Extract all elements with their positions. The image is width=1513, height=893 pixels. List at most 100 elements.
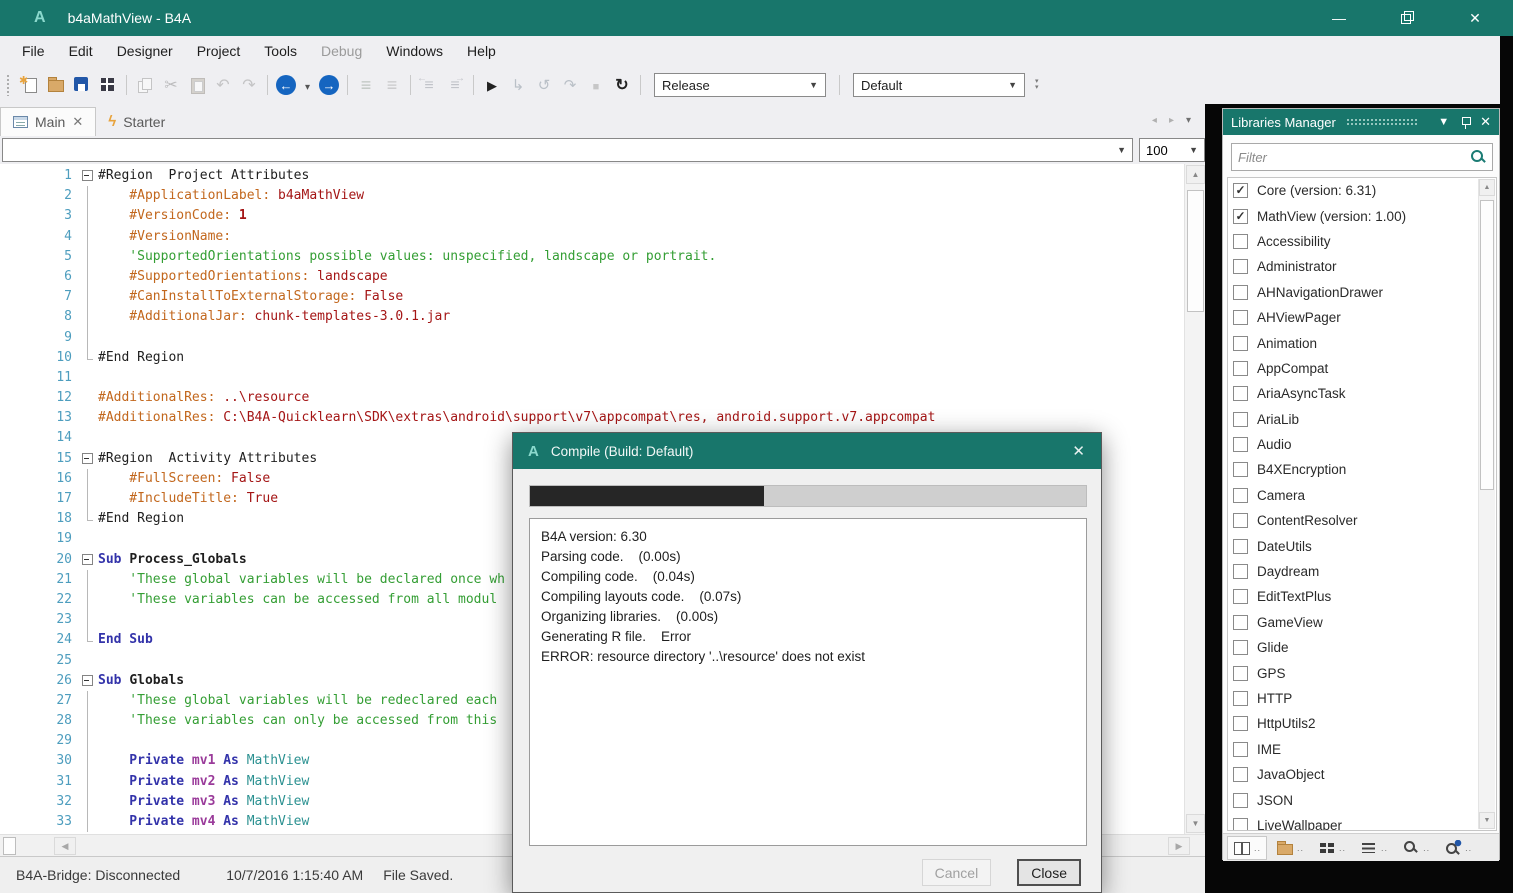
library-filter-box[interactable] xyxy=(1231,143,1493,171)
menu-help[interactable]: Help xyxy=(455,39,508,63)
unchecked-checkbox[interactable] xyxy=(1233,361,1248,376)
dialog-title-bar[interactable]: A Compile (Build: Default) ✕ xyxy=(513,433,1101,469)
library-item[interactable]: Administrator xyxy=(1228,254,1496,279)
code-line[interactable]: 7 #CanInstallToExternalStorage: False xyxy=(0,287,1183,307)
libraries-panel-header[interactable]: Libraries Manager ▼ ✕ xyxy=(1223,109,1499,135)
panel-tab-files[interactable]: .. xyxy=(1271,836,1309,860)
code-line[interactable]: 6 #SupportedOrientations: landscape xyxy=(0,267,1183,287)
build-mode-dropdown[interactable]: Release xyxy=(654,73,826,97)
fold-collapse-icon[interactable] xyxy=(80,449,98,469)
run-icon[interactable] xyxy=(482,75,502,95)
unchecked-checkbox[interactable] xyxy=(1233,437,1248,452)
list-scroll-thumb[interactable] xyxy=(1480,200,1494,490)
scroll-right-icon[interactable]: ▶ xyxy=(1168,837,1190,855)
menu-edit[interactable]: Edit xyxy=(57,39,105,63)
unchecked-checkbox[interactable] xyxy=(1233,793,1248,808)
code-line[interactable]: 5 'SupportedOrientations possible values… xyxy=(0,247,1183,267)
tab-main[interactable]: Main ✕ xyxy=(0,107,96,136)
panel-tab-libraries[interactable]: .. xyxy=(1227,836,1267,860)
checked-checkbox[interactable]: ✓ xyxy=(1233,183,1248,198)
toolbar-overflow-button[interactable] xyxy=(1035,79,1039,91)
minimize-button[interactable]: — xyxy=(1327,10,1351,26)
library-item[interactable]: AriaLib xyxy=(1228,407,1496,432)
code-line[interactable]: 11 xyxy=(0,368,1183,388)
library-item[interactable]: AppCompat xyxy=(1228,356,1496,381)
library-item[interactable]: HTTP xyxy=(1228,686,1496,711)
library-item[interactable]: Accessibility xyxy=(1228,229,1496,254)
tab-scroll-left-icon[interactable]: ◂ xyxy=(1152,115,1157,126)
code-line[interactable]: 10#End Region xyxy=(0,348,1183,368)
build-config-dropdown[interactable]: Default xyxy=(853,73,1025,97)
code-line[interactable]: 8 #AdditionalJar: chunk-templates-3.0.1.… xyxy=(0,307,1183,327)
library-item[interactable]: AriaAsyncTask xyxy=(1228,381,1496,406)
restore-button[interactable] xyxy=(1395,10,1419,26)
unchecked-checkbox[interactable] xyxy=(1233,259,1248,274)
menu-designer[interactable]: Designer xyxy=(105,39,185,63)
unchecked-checkbox[interactable] xyxy=(1233,386,1248,401)
fold-collapse-icon[interactable] xyxy=(80,166,98,186)
unchecked-checkbox[interactable] xyxy=(1233,640,1248,655)
panel-tab-modules[interactable]: .. xyxy=(1313,836,1351,860)
code-line[interactable]: 3 #VersionCode: 1 xyxy=(0,206,1183,226)
menu-tools[interactable]: Tools xyxy=(252,39,309,63)
library-item[interactable]: Animation xyxy=(1228,330,1496,355)
library-item[interactable]: LiveWallpaper xyxy=(1228,813,1496,831)
scroll-down-icon[interactable]: ▼ xyxy=(1479,812,1495,829)
library-item[interactable]: Glide xyxy=(1228,635,1496,660)
menu-file[interactable]: File xyxy=(10,39,57,63)
library-item[interactable]: AHNavigationDrawer xyxy=(1228,280,1496,305)
unchecked-checkbox[interactable] xyxy=(1233,234,1248,249)
library-item[interactable]: ✓MathView (version: 1.00) xyxy=(1228,203,1496,228)
unchecked-checkbox[interactable] xyxy=(1233,285,1248,300)
tab-starter[interactable]: ϟ Starter xyxy=(96,107,177,136)
panel-tab-logs[interactable]: .. xyxy=(1355,836,1393,860)
code-line[interactable]: 2 #ApplicationLabel: b4aMathView xyxy=(0,186,1183,206)
library-item[interactable]: AHViewPager xyxy=(1228,305,1496,330)
rebuild-icon[interactable] xyxy=(612,75,632,95)
library-item[interactable]: HttpUtils2 xyxy=(1228,711,1496,736)
unchecked-checkbox[interactable] xyxy=(1233,564,1248,579)
panel-menu-caret-icon[interactable]: ▼ xyxy=(1438,116,1449,128)
package-icon[interactable] xyxy=(98,75,118,95)
unchecked-checkbox[interactable] xyxy=(1233,716,1248,731)
library-item[interactable]: IME xyxy=(1228,737,1496,762)
library-item[interactable]: Audio xyxy=(1228,432,1496,457)
code-line[interactable]: 1#Region Project Attributes xyxy=(0,166,1183,186)
code-line[interactable]: 9 xyxy=(0,328,1183,348)
unchecked-checkbox[interactable] xyxy=(1233,767,1248,782)
library-item[interactable]: DateUtils xyxy=(1228,533,1496,558)
library-item[interactable]: ContentResolver xyxy=(1228,508,1496,533)
library-item[interactable]: GPS xyxy=(1228,660,1496,685)
pin-icon[interactable] xyxy=(1461,116,1470,129)
nav-forward-icon[interactable] xyxy=(319,75,339,95)
code-line[interactable]: 4 #VersionName: xyxy=(0,227,1183,247)
library-item[interactable]: EditTextPlus xyxy=(1228,584,1496,609)
scroll-down-icon[interactable]: ▼ xyxy=(1186,814,1205,833)
tab-scroll-right-icon[interactable]: ▸ xyxy=(1169,115,1174,126)
nav-back-icon[interactable] xyxy=(276,75,296,95)
save-icon[interactable] xyxy=(72,75,92,95)
unchecked-checkbox[interactable] xyxy=(1233,589,1248,604)
unchecked-checkbox[interactable] xyxy=(1233,615,1248,630)
code-line[interactable]: 12#AdditionalRes: ..\resource xyxy=(0,388,1183,408)
dialog-close-icon[interactable]: ✕ xyxy=(1072,442,1085,460)
library-list-scrollbar[interactable]: ▲ ▼ xyxy=(1478,179,1495,829)
unchecked-checkbox[interactable] xyxy=(1233,539,1248,554)
splitter-handle[interactable] xyxy=(3,837,16,855)
member-navigation-dropdown[interactable]: ▼ xyxy=(2,138,1133,162)
unchecked-checkbox[interactable] xyxy=(1233,488,1248,503)
unchecked-checkbox[interactable] xyxy=(1233,336,1248,351)
fold-collapse-icon[interactable] xyxy=(80,671,98,691)
checked-checkbox[interactable]: ✓ xyxy=(1233,209,1248,224)
unchecked-checkbox[interactable] xyxy=(1233,513,1248,528)
panel-tab-references[interactable]: .. xyxy=(1439,836,1477,860)
panel-drag-grip[interactable] xyxy=(1346,118,1418,126)
filter-input[interactable] xyxy=(1238,150,1470,165)
library-item[interactable]: B4XEncryption xyxy=(1228,457,1496,482)
menu-windows[interactable]: Windows xyxy=(374,39,455,63)
toolbar-grip[interactable] xyxy=(6,74,11,96)
tab-close-icon[interactable]: ✕ xyxy=(72,114,83,130)
unchecked-checkbox[interactable] xyxy=(1233,412,1248,427)
vertical-scroll-thumb[interactable] xyxy=(1187,190,1204,312)
panel-close-icon[interactable]: ✕ xyxy=(1480,114,1491,130)
